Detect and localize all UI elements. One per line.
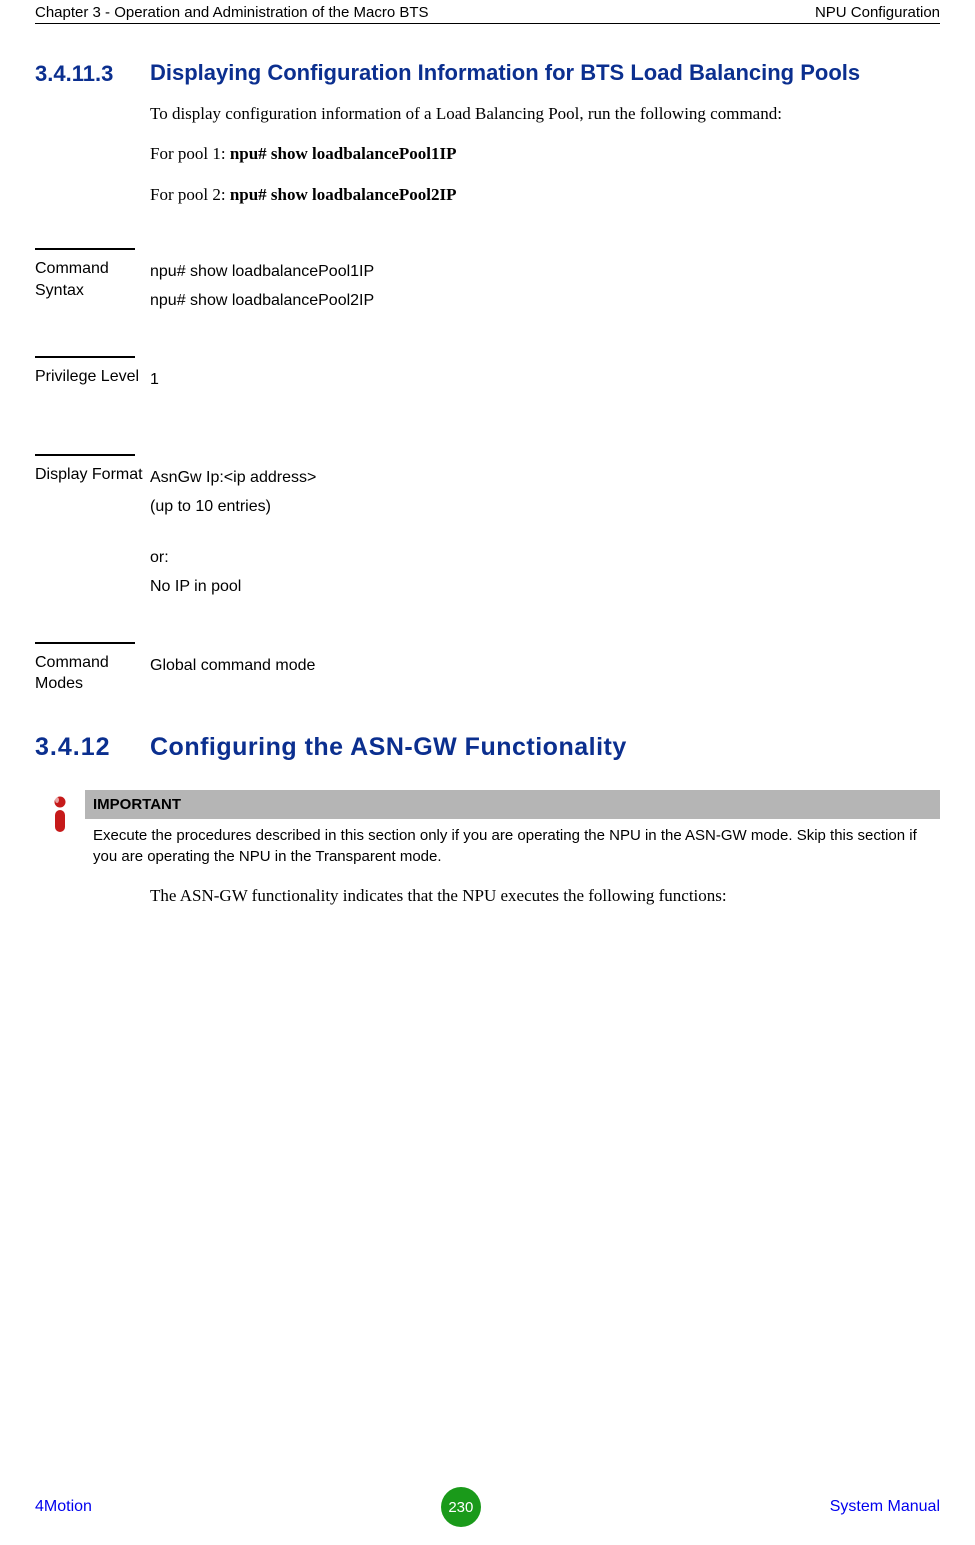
header-right: NPU Configuration — [815, 4, 940, 21]
section-heading: 3.4.11.3 Displaying Configuration Inform… — [35, 59, 940, 87]
info-icon — [35, 790, 85, 836]
page-header: Chapter 3 - Operation and Administration… — [35, 0, 940, 23]
display-line1: AsnGw Ip:<ip address> — [150, 464, 316, 493]
pool2-line: For pool 2: npu# show loadbalancePool2IP — [150, 182, 940, 208]
important-note: IMPORTANT Execute the procedures describ… — [35, 790, 940, 869]
subsection-title: Configuring the ASN-GW Functionality — [150, 733, 627, 762]
display-format-value: AsnGw Ip:<ip address> (up to 10 entries)… — [150, 464, 316, 601]
display-line3: or: — [150, 544, 316, 573]
subsection-number: 3.4.12 — [35, 733, 150, 762]
privilege-level-value: 1 — [150, 366, 159, 395]
command-modes-value: Global command mode — [150, 652, 315, 681]
footer-right: System Manual — [830, 1498, 940, 1516]
command-modes-block: Command Modes Global command mode — [35, 642, 940, 695]
section-number: 3.4.11.3 — [35, 59, 150, 87]
header-left: Chapter 3 - Operation and Administration… — [35, 4, 429, 21]
page-footer: 4Motion 230 System Manual — [35, 1487, 940, 1527]
pool2-cmd: npu# show loadbalancePool2IP — [230, 185, 457, 204]
pool1-line: For pool 1: npu# show loadbalancePool1IP — [150, 141, 940, 167]
syntax-line2: npu# show loadbalancePool2IP — [150, 287, 374, 316]
display-format-block: Display Format AsnGw Ip:<ip address> (up… — [35, 454, 940, 601]
privilege-level-block: Privilege Level 1 — [35, 356, 940, 395]
command-syntax-block: Command Syntax npu# show loadbalancePool… — [35, 248, 940, 316]
intro-paragraph: To display configuration information of … — [150, 101, 940, 127]
display-line4: No IP in pool — [150, 573, 316, 602]
closing-paragraph: The ASN-GW functionality indicates that … — [150, 883, 940, 909]
syntax-line1: npu# show loadbalancePool1IP — [150, 258, 374, 287]
section-title: Displaying Configuration Information for… — [150, 59, 860, 87]
command-syntax-value: npu# show loadbalancePool1IP npu# show l… — [150, 258, 374, 316]
pool2-prefix: For pool 2: — [150, 185, 230, 204]
pool1-cmd: npu# show loadbalancePool1IP — [230, 144, 457, 163]
display-line2: (up to 10 entries) — [150, 493, 316, 522]
footer-left: 4Motion — [35, 1498, 92, 1516]
privilege-level-label: Privilege Level — [35, 366, 150, 388]
header-rule — [35, 23, 940, 24]
pool1-prefix: For pool 1: — [150, 144, 230, 163]
important-header: IMPORTANT — [85, 790, 940, 819]
page-number-badge: 230 — [441, 1487, 481, 1527]
display-format-label: Display Format — [35, 464, 150, 486]
command-modes-label: Command Modes — [35, 652, 150, 695]
subsection-heading: 3.4.12 Configuring the ASN-GW Functional… — [35, 733, 940, 762]
command-syntax-label: Command Syntax — [35, 258, 150, 301]
important-body: Execute the procedures described in this… — [85, 819, 940, 869]
